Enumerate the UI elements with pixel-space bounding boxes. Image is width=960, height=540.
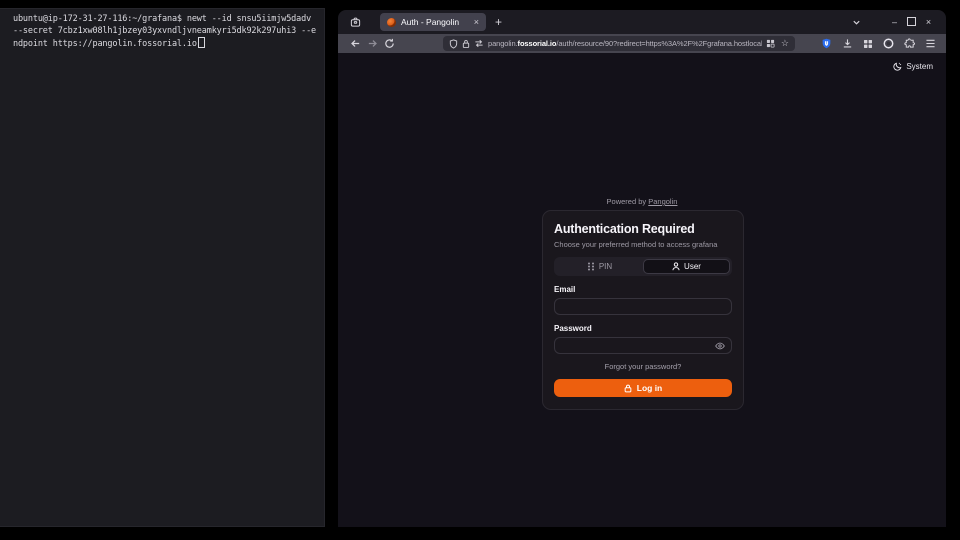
containers-icon[interactable]: [766, 39, 775, 48]
translate-switch-icon[interactable]: [474, 39, 484, 48]
reload-icon[interactable]: [381, 38, 398, 49]
url-domain: fossorial.io: [518, 39, 557, 48]
login-lock-icon: [624, 384, 632, 393]
minimize-button[interactable]: –: [886, 18, 903, 27]
email-label: Email: [554, 285, 732, 294]
theme-toggle[interactable]: System: [893, 62, 933, 71]
new-tab-button[interactable]: +: [495, 16, 502, 28]
eye-icon[interactable]: [715, 342, 725, 350]
url-prefix: pangolin.: [488, 39, 518, 48]
maximize-icon: [907, 17, 916, 26]
auth-method-tabs: PIN User: [554, 257, 732, 276]
extensions-grid-icon[interactable]: [863, 39, 873, 49]
url-path: /auth/resource/90?redirect=https%3A%2F%2…: [556, 39, 762, 48]
firefox-view-icon[interactable]: [347, 14, 363, 30]
login-button[interactable]: Log in: [554, 379, 732, 397]
url-text[interactable]: pangolin.fossorial.io/auth/resource/90?r…: [488, 39, 762, 48]
bookmark-star-icon[interactable]: ☆: [781, 39, 789, 48]
theme-toggle-label: System: [906, 62, 933, 71]
login-button-label: Log in: [637, 383, 663, 393]
browser-window: Auth - Pangolin × + – ×: [338, 10, 946, 527]
terminal-line-text: ndpoint https://pangolin.fossorial.io: [13, 39, 197, 49]
terminal-window[interactable]: ubuntu@ip-172-31-27-116:~/grafana$ newt …: [0, 8, 325, 527]
urlbar-actions: ☆: [766, 39, 789, 48]
email-field[interactable]: [561, 302, 725, 311]
tab-list-chevron-icon[interactable]: [848, 18, 864, 27]
password-manager-icon[interactable]: [821, 38, 832, 49]
password-field[interactable]: [561, 341, 715, 350]
toolbar-extensions: [821, 38, 937, 49]
close-window-button[interactable]: ×: [920, 18, 937, 27]
shield-icon[interactable]: [449, 39, 458, 49]
terminal-line: ubuntu@ip-172-31-27-116:~/grafana$ newt …: [13, 14, 316, 26]
auth-card: Authentication Required Choose your pref…: [542, 210, 744, 410]
page-content: System Powered by Pangolin Authenticatio…: [338, 53, 946, 527]
browser-tab-auth-pangolin[interactable]: Auth - Pangolin ×: [380, 13, 486, 31]
password-label: Password: [554, 324, 732, 333]
url-bar[interactable]: pangolin.fossorial.io/auth/resource/90?r…: [443, 36, 795, 51]
window-controls: – ×: [848, 17, 937, 28]
lock-icon[interactable]: [462, 39, 470, 49]
pangolin-link[interactable]: Pangolin: [648, 197, 677, 206]
menu-icon[interactable]: [925, 39, 936, 48]
terminal-cursor: [198, 37, 205, 48]
terminal-line: --secret 7cbz1xw08lh1jbzey03yxvndljvneam…: [13, 26, 316, 38]
puzzle-icon[interactable]: [904, 38, 915, 49]
download-icon[interactable]: [842, 38, 853, 49]
email-field-wrap: [554, 298, 732, 315]
tab-user[interactable]: User: [643, 259, 730, 274]
maximize-button[interactable]: [903, 17, 920, 28]
adblock-circle-icon[interactable]: [883, 38, 894, 49]
tab-pin[interactable]: PIN: [556, 259, 643, 274]
card-title: Authentication Required: [554, 222, 732, 236]
pangolin-favicon: [387, 18, 396, 27]
password-field-wrap: [554, 337, 732, 354]
powered-by-text: Powered by: [607, 197, 647, 206]
navigation-toolbar: pangolin.fossorial.io/auth/resource/90?r…: [338, 34, 946, 53]
card-subtitle: Choose your preferred method to access g…: [554, 240, 732, 249]
tab-title: Auth - Pangolin: [401, 17, 469, 27]
powered-by: Powered by Pangolin: [338, 197, 946, 206]
tab-pin-label: PIN: [599, 262, 612, 271]
terminal-line: ndpoint https://pangolin.fossorial.io: [13, 37, 316, 51]
tab-close-icon[interactable]: ×: [474, 18, 479, 27]
dialpad-icon: [587, 262, 595, 271]
user-icon: [672, 262, 680, 271]
sun-moon-icon: [893, 62, 902, 71]
tab-user-label: User: [684, 262, 701, 271]
back-icon[interactable]: [347, 38, 364, 49]
forward-icon[interactable]: [364, 38, 381, 49]
tab-bar: Auth - Pangolin × + – ×: [338, 10, 946, 34]
forgot-password-link[interactable]: Forgot your password?: [554, 362, 732, 371]
